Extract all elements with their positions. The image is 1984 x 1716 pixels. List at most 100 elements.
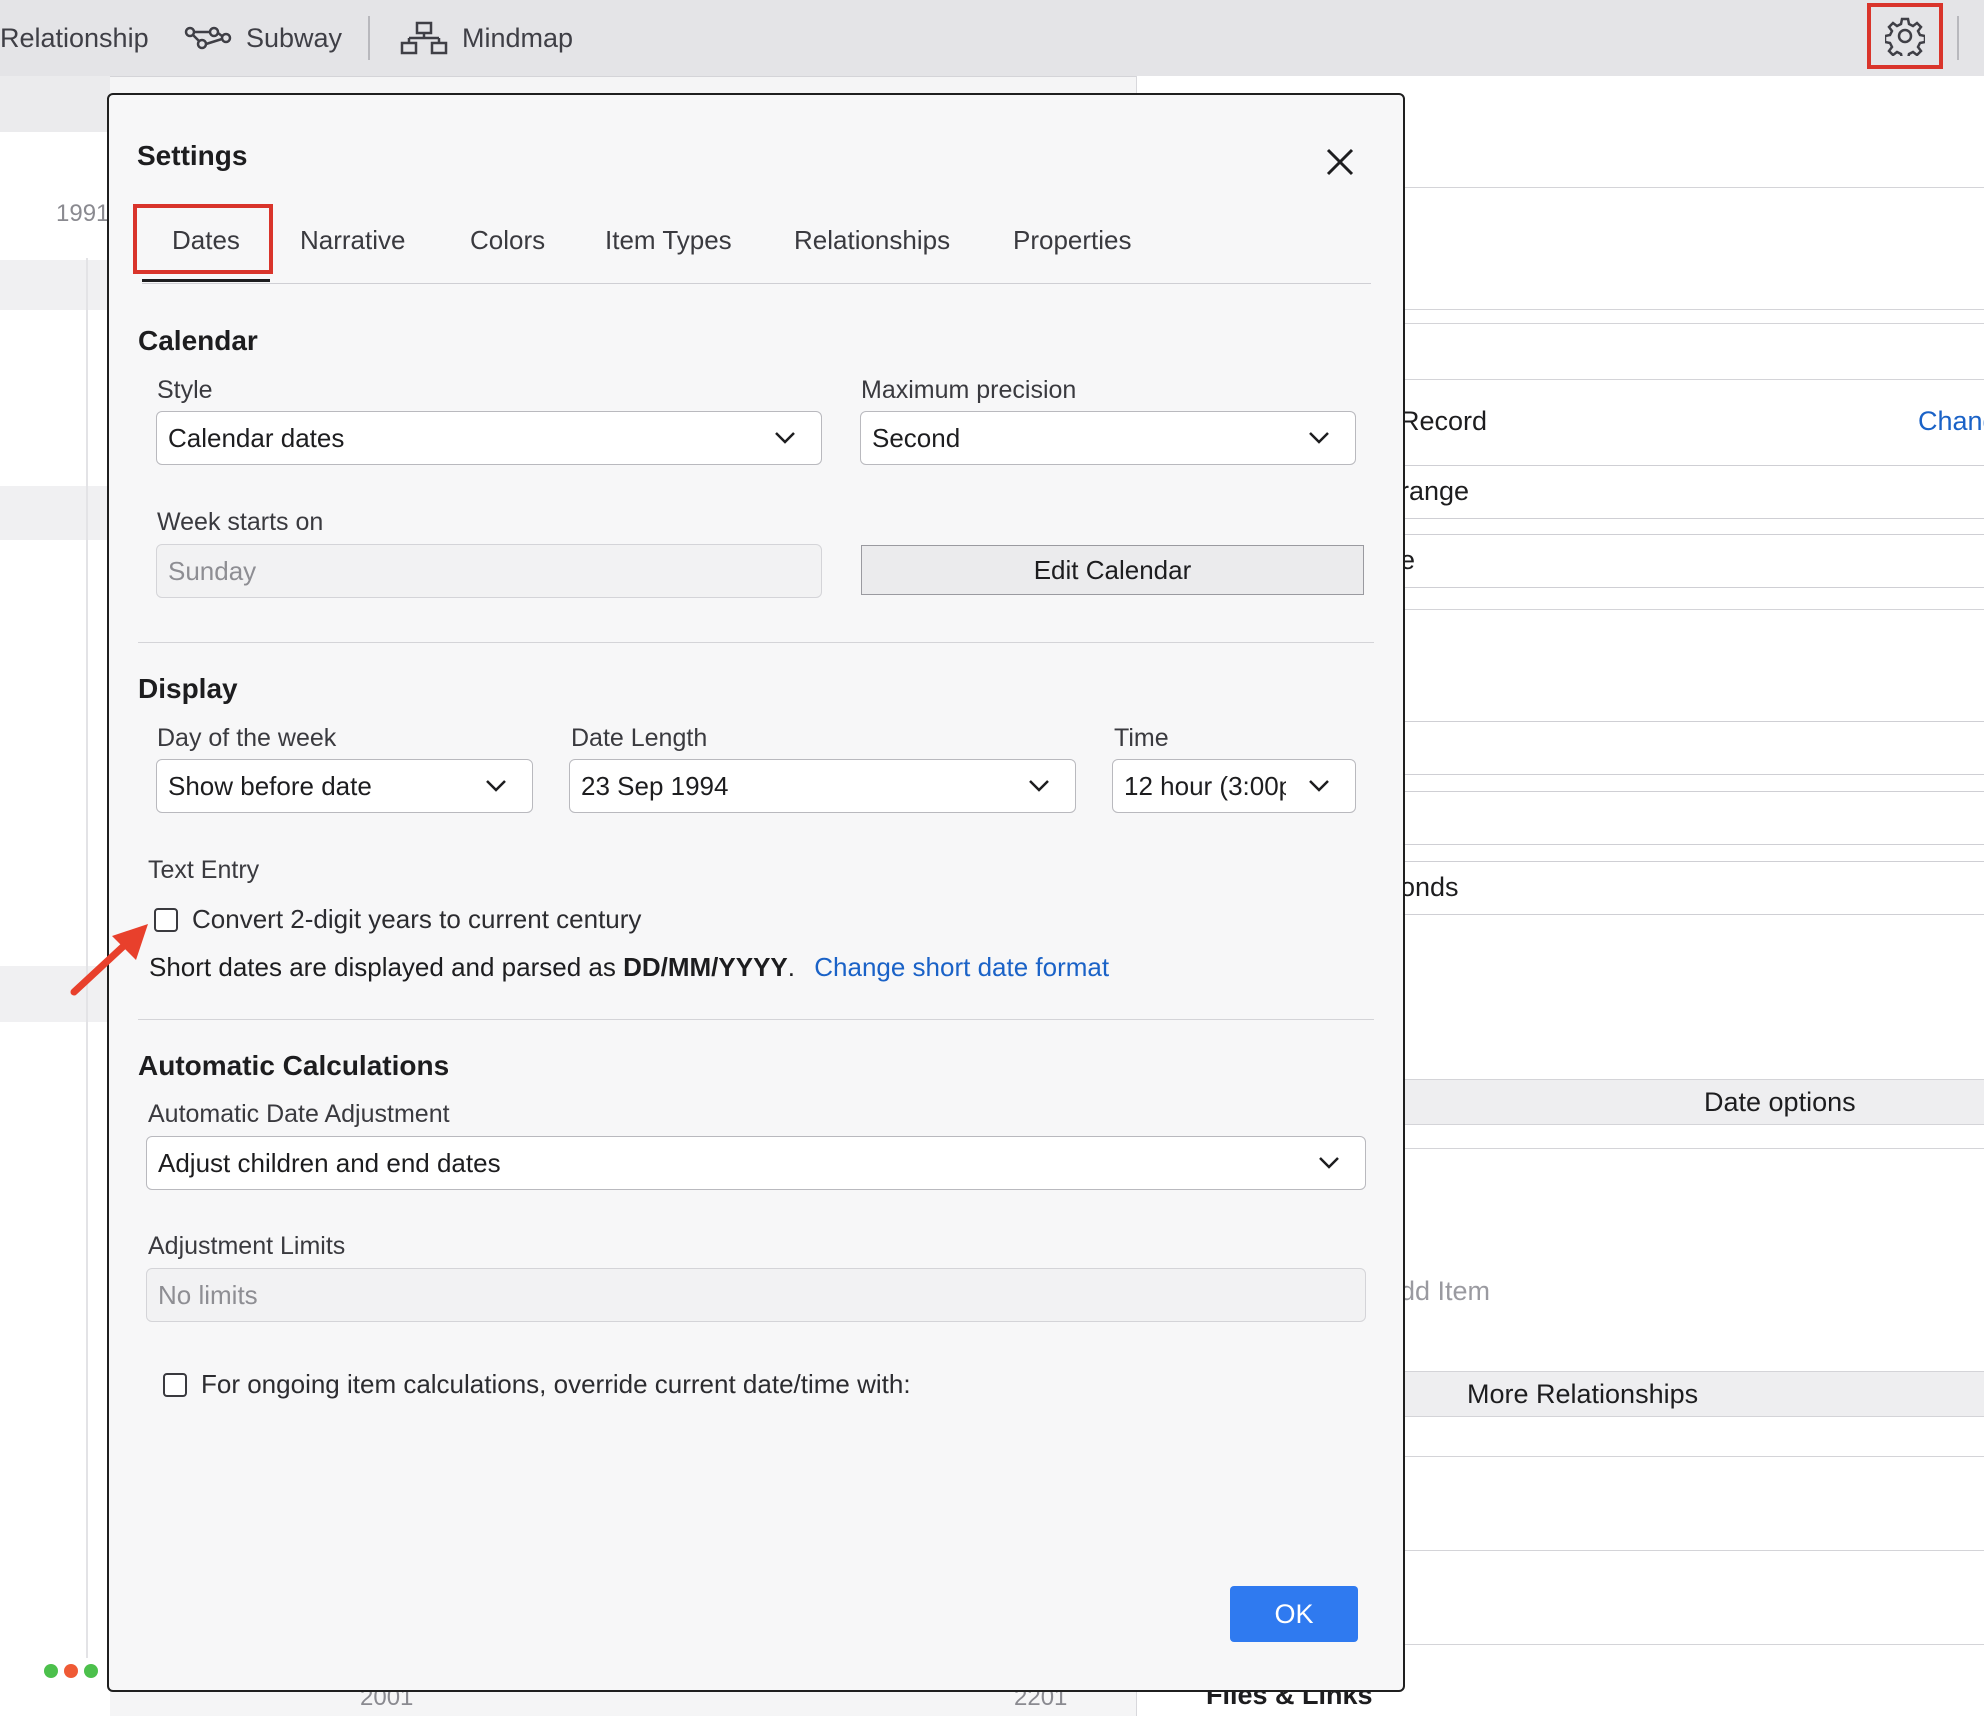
panel-divider xyxy=(1400,609,1984,610)
mindmap-icon xyxy=(400,21,448,55)
precision-value: Second xyxy=(872,422,961,453)
date-options-button[interactable]: Date options xyxy=(1400,1079,1984,1125)
panel-divider xyxy=(1400,187,1984,188)
top-toolbar: Relationship Subway Mindmap xyxy=(0,0,1984,77)
range-select[interactable]: range xyxy=(1400,465,1984,519)
more-relationships-button[interactable]: More Relationships xyxy=(1400,1371,1984,1417)
chevron-down-icon xyxy=(1309,780,1329,792)
secondary-select[interactable]: e xyxy=(1400,534,1984,588)
edit-calendar-button[interactable]: Edit Calendar xyxy=(861,545,1364,595)
active-tab-indicator xyxy=(142,279,270,282)
subway-icon xyxy=(184,26,232,50)
date-adjustment-select[interactable]: Adjust children and end dates xyxy=(146,1136,1366,1190)
style-select[interactable]: Calendar dates xyxy=(156,411,822,465)
week-start-label: Week starts on xyxy=(157,508,324,536)
status-dot xyxy=(44,1664,58,1678)
relationship-view-label: Relationship xyxy=(0,22,149,53)
duration-field[interactable]: onds xyxy=(1400,861,1984,915)
chevron-down-icon xyxy=(1309,432,1329,444)
chevron-down-icon xyxy=(1319,1157,1339,1169)
week-start-field: Sunday xyxy=(156,544,822,598)
precision-label: Maximum precision xyxy=(861,376,1077,404)
timeline-header-band xyxy=(0,76,110,132)
date-length-value: 23 Sep 1994 xyxy=(581,770,729,801)
close-button[interactable] xyxy=(1320,142,1360,182)
close-icon xyxy=(1326,148,1354,176)
relationship-view-button[interactable]: Relationship xyxy=(0,0,149,76)
subway-view-label: Subway xyxy=(246,22,343,53)
tab-dates[interactable]: Dates xyxy=(172,216,240,264)
convert-years-checkbox[interactable] xyxy=(154,907,178,932)
date-options-label: Date options xyxy=(1704,1086,1856,1117)
dialog-title: Settings xyxy=(137,140,248,171)
convert-years-option[interactable]: Convert 2-digit years to current century xyxy=(154,904,641,935)
override-datetime-label: For ongoing item calculations, override … xyxy=(201,1369,911,1399)
tabs-divider xyxy=(142,283,1371,284)
panel-divider xyxy=(1400,323,1984,324)
precision-select[interactable]: Second xyxy=(860,411,1356,465)
status-dots xyxy=(44,1664,98,1678)
mindmap-view-label: Mindmap xyxy=(462,22,574,53)
mindmap-view-button[interactable]: Mindmap xyxy=(400,0,573,76)
date-adjustment-label: Automatic Date Adjustment xyxy=(148,1100,450,1128)
duration-value: onds xyxy=(1400,872,1459,902)
chevron-down-icon xyxy=(1029,780,1049,792)
status-dot xyxy=(84,1664,98,1678)
settings-dialog xyxy=(107,93,1405,1692)
adjustment-limits-value: No limits xyxy=(158,1279,258,1310)
panel-divider xyxy=(1400,309,1984,310)
calendar-section-title: Calendar xyxy=(138,325,258,356)
panel-divider xyxy=(1400,1456,1984,1457)
tab-narrative[interactable]: Narrative xyxy=(300,216,405,264)
date-length-label: Date Length xyxy=(571,724,708,752)
timeline-area xyxy=(0,76,110,1716)
tab-relationships[interactable]: Relationships xyxy=(794,216,950,264)
status-dot xyxy=(64,1664,78,1678)
section-divider xyxy=(138,1019,1374,1020)
short-date-info: Short dates are displayed and parsed as … xyxy=(149,952,1109,983)
date-length-select[interactable]: 23 Sep 1994 xyxy=(569,759,1076,813)
tab-properties[interactable]: Properties xyxy=(1013,216,1132,264)
tab-colors[interactable]: Colors xyxy=(470,216,545,264)
end-date-field[interactable] xyxy=(1400,791,1984,845)
short-date-suffix: . xyxy=(787,952,796,982)
tab-item-types[interactable]: Item Types xyxy=(605,216,732,264)
chevron-down-icon xyxy=(775,432,795,444)
change-link[interactable]: Chang xyxy=(1918,406,1984,437)
timeline-row-band xyxy=(0,486,110,540)
adjustment-limits-label: Adjustment Limits xyxy=(148,1232,346,1260)
style-label: Style xyxy=(157,376,213,404)
record-label: Record xyxy=(1400,406,1488,436)
change-short-date-format-link[interactable]: Change short date format xyxy=(814,952,1109,982)
panel-divider xyxy=(1400,1550,1984,1551)
day-of-week-select[interactable]: Show before date xyxy=(156,759,533,813)
settings-button[interactable] xyxy=(1867,3,1943,69)
override-datetime-checkbox[interactable] xyxy=(163,1372,187,1397)
time-select[interactable]: 12 hour (3:00p xyxy=(1112,759,1356,813)
ok-button[interactable]: OK xyxy=(1230,1586,1358,1642)
range-value: range xyxy=(1400,476,1470,506)
display-section-title: Display xyxy=(138,673,238,704)
section-divider xyxy=(138,642,1374,643)
short-date-format: DD/MM/YYYY xyxy=(623,952,788,982)
add-item-label[interactable]: dd Item xyxy=(1400,1276,1490,1307)
timeline-row-band xyxy=(0,260,110,310)
automatic-calc-section-title: Automatic Calculations xyxy=(138,1050,450,1081)
start-date-field[interactable] xyxy=(1400,721,1984,775)
style-value: Calendar dates xyxy=(168,422,345,453)
override-datetime-option[interactable]: For ongoing item calculations, override … xyxy=(163,1369,911,1400)
subway-view-button[interactable]: Subway xyxy=(184,0,342,76)
toolbar-divider xyxy=(1957,16,1959,60)
date-adjustment-value: Adjust children and end dates xyxy=(158,1147,501,1178)
text-entry-label: Text Entry xyxy=(148,856,260,884)
day-of-week-label: Day of the week xyxy=(157,724,337,752)
week-start-value: Sunday xyxy=(168,555,257,586)
annotation-arrow-icon xyxy=(70,924,148,996)
adjustment-limits-field: No limits xyxy=(146,1268,1366,1322)
panel-divider xyxy=(1400,379,1984,380)
gear-icon xyxy=(1885,17,1925,56)
more-relationships-label: More Relationships xyxy=(1467,1378,1699,1409)
time-label: Time xyxy=(1114,724,1169,752)
day-of-week-value: Show before date xyxy=(168,770,372,801)
panel-divider xyxy=(1400,1148,1984,1149)
